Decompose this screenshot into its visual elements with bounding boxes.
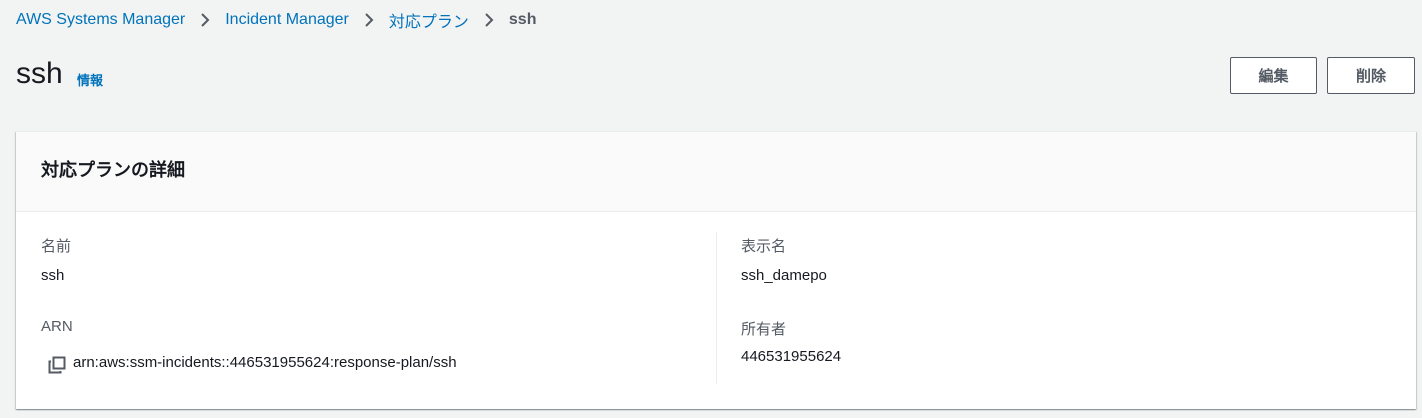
response-plan-details-panel: 対応プランの詳細 名前 ssh ARN arn:aws:ssm-incident… [16, 131, 1416, 409]
display-name-label: 表示名 [741, 238, 787, 255]
display-name-value: ssh_damepo [741, 267, 827, 284]
breadcrumb-incident-manager[interactable]: Incident Manager [225, 11, 349, 29]
breadcrumb-current: ssh [508, 11, 537, 28]
arn-label: ARN [41, 318, 73, 335]
column-divider [716, 232, 717, 384]
delete-button[interactable]: 削除 [1327, 57, 1415, 94]
breadcrumb-response-plans[interactable]: 対応プラン [389, 8, 469, 32]
panel-title: 対応プランの詳細 [41, 160, 185, 180]
page-title: ssh [16, 57, 63, 90]
breadcrumb: AWS Systems Manager Incident Manager 対応プ… [16, 9, 536, 31]
chevron-right-icon [469, 9, 509, 31]
edit-button[interactable]: 編集 [1230, 57, 1317, 94]
owner-value: 446531955624 [741, 348, 842, 365]
copy-icon[interactable] [48, 356, 66, 374]
name-label: 名前 [41, 238, 72, 255]
arn-value: arn:aws:ssm-incidents::446531955624:resp… [73, 354, 457, 371]
panel-header: 対応プランの詳細 [16, 132, 1416, 212]
chevron-right-icon [185, 9, 225, 31]
name-value: ssh [41, 267, 65, 284]
info-link[interactable]: 情報 [77, 70, 103, 89]
owner-label: 所有者 [741, 321, 787, 338]
breadcrumb-systems-manager[interactable]: AWS Systems Manager [16, 11, 185, 29]
chevron-right-icon [349, 9, 389, 31]
